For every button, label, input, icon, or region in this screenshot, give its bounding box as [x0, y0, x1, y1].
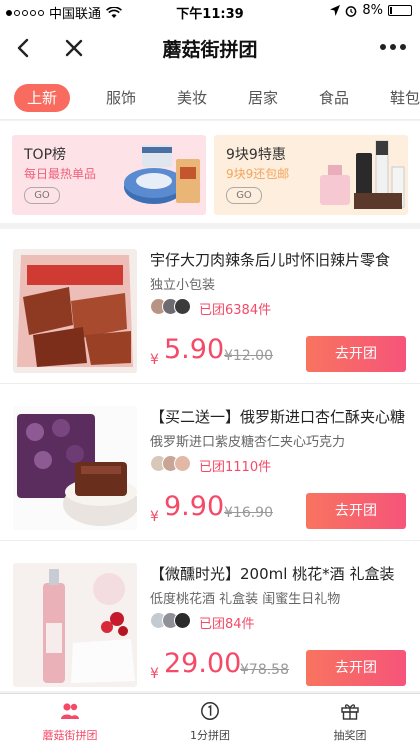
product-card[interactable]: 【微醺时光】200ml 桃花*酒 礼盒装 低度桃花酒 礼盒装 闺蜜生日礼物 已团… — [0, 543, 420, 691]
snack-tin-image — [124, 145, 200, 204]
joined-count: 已团1110件 — [199, 460, 272, 475]
banner-subtitle: 9块9还包邮 — [226, 167, 290, 181]
location-icon — [330, 5, 341, 16]
avatar — [174, 612, 191, 629]
product-card[interactable]: 【买二送一】俄罗斯进口杏仁酥夹心糖 俄罗斯进口紫皮糖杏仁夹心巧克力 已团1110… — [0, 386, 420, 541]
product-name: 【微醺时光】200ml 桃花*酒 礼盒装 — [150, 565, 395, 583]
tab-lottery-group[interactable]: 抽奖团 — [280, 694, 420, 748]
tab-shoes-bags[interactable]: 鞋包 — [390, 84, 420, 112]
tab-group-buy-home[interactable]: 蘑菇街拼团 — [0, 694, 140, 748]
product-card[interactable]: 宇仔大刀肉辣条后儿时怀旧辣片零食 独立小包装 已团6384件 ¥ 5.90 ¥1… — [0, 229, 420, 384]
status-bar: 中国联通 下午11:39 8% — [0, 0, 420, 22]
one-cent-icon — [201, 702, 219, 720]
avatar — [174, 455, 191, 472]
top-list-banner[interactable]: TOP榜 每日最热单品 GO — [12, 135, 206, 215]
go-button[interactable]: GO — [24, 187, 60, 204]
banner-title: TOP榜 — [24, 147, 67, 163]
joined-count: 已团84件 — [199, 617, 255, 632]
tab-label: 1分拼团 — [190, 729, 230, 742]
alarm-icon — [346, 5, 357, 17]
product-image — [13, 406, 137, 530]
buyer-avatars — [150, 298, 191, 315]
group-price: 29.00 — [164, 648, 242, 679]
users-icon — [61, 703, 79, 719]
tab-home[interactable]: 居家 — [248, 84, 278, 112]
start-group-button[interactable]: 去开团 — [306, 493, 406, 529]
nav-bar: 蘑菇街拼团 — [0, 22, 420, 74]
category-tabs: 上新 服饰 美妆 居家 食品 鞋包 — [0, 74, 420, 120]
cosmetics-image — [320, 140, 405, 209]
tab-clothing[interactable]: 服饰 — [106, 84, 136, 112]
tab-makeup[interactable]: 美妆 — [177, 84, 207, 112]
joined-count: 已团6384件 — [199, 303, 272, 318]
currency-symbol: ¥ — [150, 352, 159, 368]
start-group-button[interactable]: 去开团 — [306, 336, 406, 372]
group-price: 9.90 — [164, 491, 225, 522]
currency-symbol: ¥ — [150, 666, 159, 682]
bottom-tab-bar: 蘑菇街拼团 1分拼团 抽奖团 — [0, 693, 420, 748]
start-group-button[interactable]: 去开团 — [306, 650, 406, 686]
tab-new[interactable]: 上新 — [14, 84, 71, 112]
more-icon[interactable] — [380, 44, 406, 50]
buyer-avatars — [150, 455, 191, 472]
product-image — [13, 249, 137, 373]
product-image — [13, 563, 137, 687]
original-price: ¥12.00 — [224, 348, 273, 364]
product-subtitle: 独立小包装 — [150, 278, 216, 293]
gift-icon — [341, 704, 359, 720]
banner-title: 9块9特惠 — [226, 147, 286, 163]
nine-nine-banner[interactable]: 9块9特惠 9块9还包邮 GO — [214, 135, 408, 215]
tab-label: 蘑菇街拼团 — [42, 729, 98, 742]
back-icon[interactable] — [12, 36, 36, 60]
promo-banners: TOP榜 每日最热单品 GO 9块9特惠 9块9还包邮 GO — [0, 121, 420, 223]
product-list: 宇仔大刀肉辣条后儿时怀旧辣片零食 独立小包装 已团6384件 ¥ 5.90 ¥1… — [0, 229, 420, 691]
banner-subtitle: 每日最热单品 — [24, 167, 97, 181]
original-price: ¥16.90 — [224, 505, 273, 521]
original-price: ¥78.58 — [240, 662, 289, 678]
currency-symbol: ¥ — [150, 509, 159, 525]
tab-one-cent-group[interactable]: 1分拼团 — [140, 694, 280, 748]
group-price: 5.90 — [164, 334, 225, 365]
avatar — [174, 298, 191, 315]
battery-percent: 8% — [362, 3, 383, 18]
product-subtitle: 俄罗斯进口紫皮糖杏仁夹心巧克力 — [150, 435, 346, 450]
product-subtitle: 低度桃花酒 礼盒装 闺蜜生日礼物 — [150, 592, 341, 607]
battery-icon — [388, 5, 412, 16]
tab-label: 抽奖团 — [333, 729, 367, 742]
buyer-avatars — [150, 612, 191, 629]
go-button[interactable]: GO — [226, 187, 262, 204]
product-name: 宇仔大刀肉辣条后儿时怀旧辣片零食 — [150, 251, 391, 269]
close-icon[interactable] — [62, 36, 86, 60]
product-name: 【买二送一】俄罗斯进口杏仁酥夹心糖 — [150, 408, 405, 426]
tab-food[interactable]: 食品 — [319, 84, 349, 112]
